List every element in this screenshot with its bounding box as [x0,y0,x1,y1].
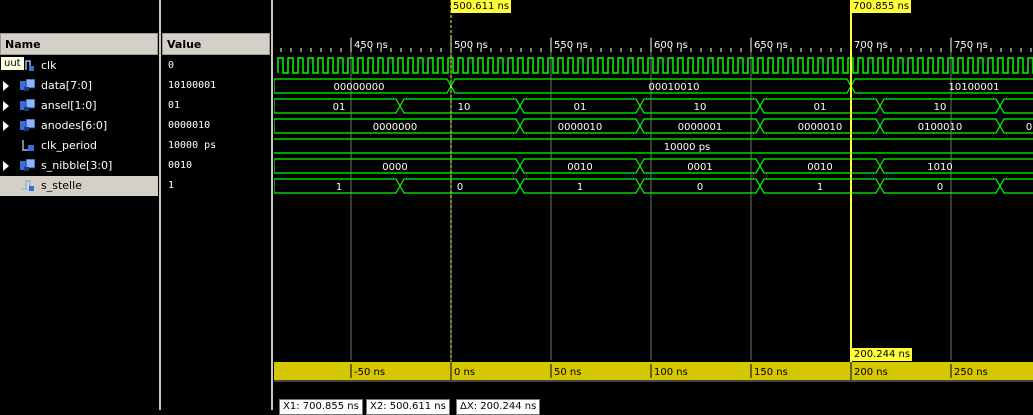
clk-period-value: 10000 ps [664,142,711,153]
signal-value: 1 [168,180,175,191]
bus-signal-icon [20,98,36,112]
timeline-tick-label: 250 ns [954,367,988,378]
s-stelle-bus-value: 0 [937,182,943,193]
anodes-bus-value: 0000000 [373,122,418,133]
data-bus-value: 10100001 [949,82,1000,93]
signal-value: 0010 [168,160,193,171]
signal-row-anodes60[interactable]: anodes[6:0] [0,116,158,136]
signal-row-s-nibble30[interactable]: s_nibble[3:0] [0,156,158,176]
anodes-bus-value: 0000001 [678,122,723,133]
s-nibble-bus-value: 0010 [567,162,592,173]
cursor-delta-label: 200.244 ns [852,348,913,361]
clk-period-bus [274,138,1033,154]
timeline-tick-label: 200 ns [854,367,888,378]
constant-icon [20,139,35,152]
clk-wave [277,57,1033,74]
cursor-x1-label[interactable]: 700.855 ns [851,0,912,13]
ansel-bus-value: 10 [458,102,471,113]
data-bus-value: 00010010 [649,82,700,93]
value-column-header[interactable]: Value [162,33,270,55]
timeline-tick-label: 150 ns [754,367,788,378]
timeline-tick-label: 0 ns [454,367,475,378]
ansel-bus-value: 10 [934,102,947,113]
signal-row-s-stelle[interactable]: s_stelle [0,176,158,196]
waveform-canvas[interactable]: 450 ns 500 ns 550 ns 600 ns 650 ns 700 ns 750 … [274,0,1033,410]
expand-arrow-icon[interactable] [3,121,9,131]
timeline-tick-label: 100 ns [654,367,688,378]
signal-name: clk_period [41,139,98,152]
signal-row-ansel10[interactable]: ansel[1:0] [0,96,158,116]
signal-name: s_stelle [41,179,82,192]
data-bus-segment [850,78,1033,94]
s-nibble-bus-value: 0000 [382,162,407,173]
bit-signal-icon [20,179,35,192]
s-stelle-bus-value: 0 [697,182,703,193]
signal-row-clk-period[interactable]: clk_period [0,136,158,156]
anodes-bus-value: 0000010 [558,122,603,133]
s-stelle-bus-value: 1 [336,182,342,193]
signal-name: s_nibble[3:0] [41,159,113,172]
bus-signal-icon [20,78,36,92]
signal-value: 0000010 [168,120,211,131]
signal-value: 01 [168,100,181,111]
signal-value: 0 [168,60,175,71]
expand-arrow-icon[interactable] [3,81,9,91]
signal-name: data[7:0] [41,79,93,92]
panel-divider-1[interactable] [159,0,161,410]
signal-value: 10100001 [168,80,217,91]
anodes-bus-value: 0 [1026,122,1032,133]
signal-value: 10000 ps [168,140,217,151]
s-nibble-bus-value: 0010 [807,162,832,173]
bus-signal-icon [20,158,36,172]
s-stelle-bus-segment [999,178,1033,194]
s-stelle-bus-value: 0 [457,182,463,193]
timeline-tick-label: -50 ns [354,367,385,378]
s-nibble-bus-value: 1010 [927,162,952,173]
signal-name: ansel[1:0] [41,99,97,112]
ansel-bus-segment [999,98,1033,114]
anodes-bus-value: 0100010 [918,122,963,133]
signal-row-data70[interactable]: data[7:0] [0,76,158,96]
expand-arrow-icon[interactable] [3,161,9,171]
signal-name: clk [41,59,57,72]
anodes-bus-value: 0000010 [798,122,843,133]
ansel-bus-value: 01 [333,102,346,113]
bus-signal-icon [20,118,36,132]
value-panel: Value [162,0,272,410]
data-bus-value: 00000000 [334,82,385,93]
name-column-header[interactable]: Name [0,33,158,55]
ansel-bus-value: 01 [574,102,587,113]
s-stelle-bus-value: 1 [577,182,583,193]
expand-arrow-icon[interactable] [3,101,9,111]
timeline-tick-label: 50 ns [554,367,581,378]
ansel-bus-value: 01 [814,102,827,113]
panel-divider-2[interactable] [271,0,273,410]
ansel-bus-value: 10 [694,102,707,113]
s-stelle-bus-value: 1 [817,182,823,193]
scope-tooltip: uut [0,56,25,71]
s-nibble-bus-segment [879,158,1033,174]
s-nibble-bus-value: 0001 [687,162,712,173]
signal-name: anodes[6:0] [41,119,108,132]
status-x1: X1: 700.855 ns [279,399,363,415]
cursor-x2-label[interactable]: 500.611 ns [451,0,512,13]
status-x2: X2: 500.611 ns [366,399,450,415]
status-dx: ΔX: 200.244 ns [456,399,541,415]
